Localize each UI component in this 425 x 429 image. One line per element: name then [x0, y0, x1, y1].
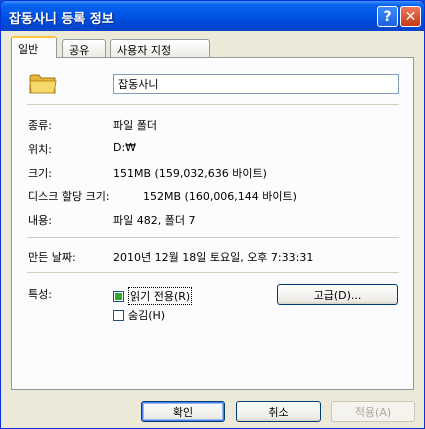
tab-sharing-label: 공유 [69, 44, 90, 57]
tab-general-label: 일반 [18, 43, 39, 56]
title-bar[interactable]: 잡동사니 등록 정보 ? ✕ [1, 1, 424, 31]
readonly-checkbox[interactable] [113, 290, 124, 302]
hidden-label: 숨김(H) [128, 309, 166, 322]
apply-button[interactable]: 적용(A) [331, 401, 415, 422]
readonly-checkbox-row[interactable]: 읽기 전용(R) [113, 287, 193, 305]
size-label: 크기: [28, 167, 52, 180]
general-tab-panel [11, 57, 414, 390]
readonly-label: 읽기 전용(R) [128, 287, 193, 305]
location-value: D:₩ [113, 141, 137, 154]
separator [27, 237, 399, 238]
attributes-label: 특성: [28, 288, 52, 301]
contents-label: 내용: [28, 214, 52, 227]
ok-button[interactable]: 확인 [141, 401, 225, 422]
close-button[interactable]: ✕ [400, 6, 421, 27]
created-value: 2010년 12월 18일 토요일, 오후 7:33:31 [113, 251, 314, 264]
folder-icon [29, 74, 57, 94]
advanced-button[interactable]: 고급(D)... [277, 284, 398, 305]
disk-size-label: 디스크 할당 크기: [28, 190, 110, 203]
help-button[interactable]: ? [377, 6, 398, 27]
tab-sharing[interactable]: 공유 [62, 39, 106, 57]
hidden-checkbox-row[interactable]: 숨김(H) [113, 307, 165, 323]
tab-customize[interactable]: 사용자 지정 [110, 39, 210, 57]
disk-size-value: 152MB (160,006,144 바이트) [143, 190, 297, 203]
tab-strip: 일반 공유 사용자 지정 [11, 36, 411, 58]
separator [27, 272, 399, 273]
folder-name-input[interactable] [113, 74, 399, 94]
cancel-button[interactable]: 취소 [236, 401, 321, 422]
size-value: 151MB (159,032,636 바이트) [113, 167, 267, 180]
location-label: 위치: [28, 143, 52, 156]
created-label: 만든 날짜: [28, 251, 76, 264]
contents-value: 파일 482, 폴더 7 [113, 214, 196, 227]
help-icon: ? [383, 8, 392, 25]
type-label: 종류: [28, 119, 52, 132]
window-title: 잡동사니 등록 정보 [9, 12, 114, 27]
hidden-checkbox[interactable] [113, 309, 124, 321]
properties-dialog: 잡동사니 등록 정보 ? ✕ 일반 공유 사용자 지정 종류: 파일 폴더 위치… [0, 0, 425, 429]
tab-general[interactable]: 일반 [11, 36, 57, 58]
close-icon: ✕ [404, 8, 417, 25]
tab-customize-label: 사용자 지정 [117, 44, 172, 57]
type-value: 파일 폴더 [113, 119, 157, 132]
separator [27, 104, 399, 105]
